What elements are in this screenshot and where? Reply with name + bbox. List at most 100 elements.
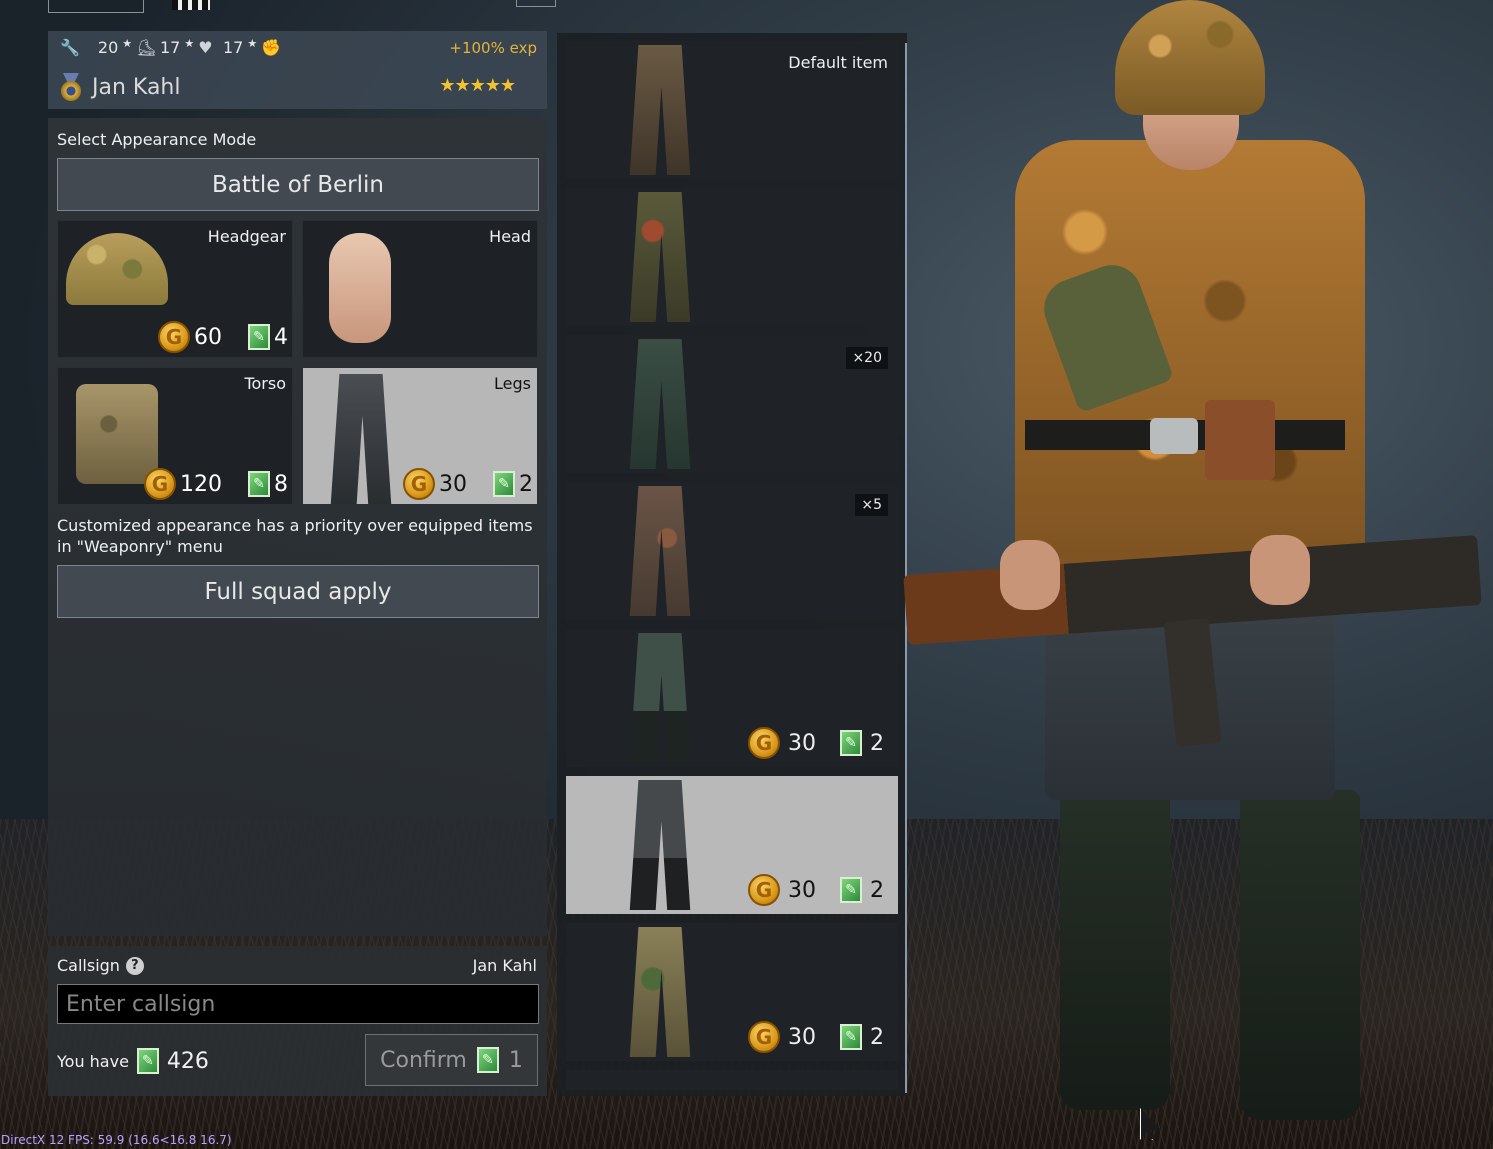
boot-icon: ⛸	[136, 38, 157, 57]
gold-price: 30	[788, 877, 816, 903]
gold-coin-icon: G	[158, 321, 190, 353]
ticket-price: 2	[870, 1024, 884, 1050]
legs-item-list[interactable]: Default item ×20 ×5 G 30 ✎ 2 G 30 ✎ 2 G …	[557, 33, 907, 1096]
legs-icon	[330, 374, 392, 504]
item-price: G 30 ✎ 2	[748, 1021, 884, 1053]
slot-legs[interactable]: Legs G 30 ✎ 2	[302, 367, 538, 505]
list-item[interactable]: ×5	[566, 482, 898, 620]
gold-price: 30	[439, 471, 467, 497]
pants-icon	[629, 45, 691, 175]
gold-price: 30	[788, 1024, 816, 1050]
callsign-input[interactable]	[57, 984, 539, 1024]
appearance-mode-select[interactable]: Battle of Berlin	[57, 158, 539, 211]
ticket-icon: ✎	[476, 1047, 499, 1073]
ticket-balance: 426	[166, 1048, 209, 1074]
soldier-pouch	[1205, 400, 1275, 480]
help-icon[interactable]: ?	[125, 956, 144, 975]
slot-label: Headgear	[207, 227, 286, 246]
slot-head[interactable]: Head	[302, 220, 538, 358]
ticket-icon: ✎	[840, 877, 862, 903]
top-tab-button[interactable]	[48, 0, 144, 13]
confirm-label: Confirm	[380, 1047, 467, 1073]
slot-headgear[interactable]: Headgear G 60 ✎ 4	[57, 220, 293, 358]
stat-value-3: 17	[223, 38, 244, 57]
ticket-price: 8	[274, 471, 288, 497]
callsign-panel: Callsign ? Jan Kahl You have ✎ 426 Confi…	[48, 946, 547, 1096]
list-item-partial[interactable]	[566, 1070, 898, 1090]
quantity-badge: ×20	[846, 347, 888, 369]
item-price: G 30 ✎ 2	[748, 874, 884, 906]
faction-flag-icon	[172, 0, 210, 10]
soldier-boot	[1240, 790, 1360, 1120]
balance-row: You have ✎ 426	[57, 1048, 209, 1074]
pants-icon	[629, 927, 691, 1057]
slot-label: Head	[489, 227, 531, 246]
ticket-icon: ✎	[248, 324, 270, 350]
gold-coin-icon: G	[748, 1021, 780, 1053]
quantity-badge: ×5	[855, 494, 888, 516]
ticket-icon: ✎	[248, 471, 270, 497]
stat-group: 17 ★ ♥	[160, 37, 213, 57]
slot-price: G 30 ✎ 2	[403, 468, 533, 500]
gold-coin-icon: G	[403, 468, 435, 500]
soldier-buckle	[1150, 418, 1198, 454]
soldier-hand	[1000, 540, 1060, 610]
priority-note: Customized appearance has a priority ove…	[57, 516, 533, 556]
ticket-price: 2	[870, 730, 884, 756]
slot-torso[interactable]: Torso G 120 ✎ 8	[57, 367, 293, 505]
slot-label: Legs	[494, 374, 531, 393]
ticket-icon: ✎	[840, 730, 862, 756]
top-small-button[interactable]	[516, 0, 556, 7]
soldier-boot	[1060, 790, 1170, 1110]
soldier-helmet	[1115, 0, 1265, 115]
you-have-label: You have	[57, 1051, 129, 1071]
pants-icon	[629, 633, 691, 763]
callsign-label-row: Callsign ?	[57, 956, 144, 975]
ticket-icon: ✎	[493, 471, 515, 497]
pants-icon	[629, 780, 691, 910]
ticket-price: 2	[870, 877, 884, 903]
item-label: Default item	[788, 53, 888, 72]
exp-bonus: +100% exp	[449, 39, 537, 57]
gold-price: 30	[788, 730, 816, 756]
list-item[interactable]: G 30 ✎ 2	[566, 923, 898, 1061]
list-item[interactable]: Default item	[566, 41, 898, 179]
item-price: G 30 ✎ 2	[748, 727, 884, 759]
ticket-price: 2	[519, 471, 533, 497]
list-item[interactable]: ×20	[566, 335, 898, 473]
soldier-name-row: Jan Kahl	[60, 73, 180, 101]
gold-coin-icon: G	[748, 874, 780, 906]
slot-price: G 60 ✎ 4	[158, 321, 288, 353]
full-squad-apply-button[interactable]: Full squad apply	[57, 565, 539, 618]
wrench-icon: 🔧	[60, 38, 80, 57]
ticket-icon: ✎	[136, 1048, 159, 1074]
stat-group: 17 ★ ✊	[223, 37, 282, 57]
soldier-hand	[1250, 535, 1310, 605]
helmet-icon	[66, 233, 168, 305]
list-item[interactable]	[566, 188, 898, 326]
medal-icon	[60, 73, 82, 101]
soldier-preview[interactable]	[903, 0, 1493, 1149]
soldier-stats-bar: 🔧 20 ★ ⛸ 17 ★ ♥ 17 ★ ✊ +100% exp Jan Kahl ★…	[48, 31, 547, 109]
slot-label: Torso	[244, 374, 286, 393]
soldier-name: Jan Kahl	[92, 74, 181, 100]
gold-coin-icon: G	[748, 727, 780, 759]
confirm-button[interactable]: Confirm ✎ 1	[365, 1034, 538, 1086]
callsign-label: Callsign	[57, 956, 120, 975]
current-callsign: Jan Kahl	[472, 956, 537, 975]
heart-icon: ♥	[198, 38, 213, 57]
list-item-selected[interactable]: G 30 ✎ 2	[566, 776, 898, 914]
stat-value-1: 20	[97, 38, 119, 57]
fist-icon: ✊	[261, 38, 282, 57]
ticket-price: 4	[274, 324, 288, 350]
slot-price: G 120 ✎ 8	[144, 468, 288, 500]
gold-coin-icon: G	[144, 468, 176, 500]
stat-value-2: 17	[160, 38, 181, 57]
stat-group: 🔧 20 ★ ⛸	[60, 37, 157, 57]
gold-price: 120	[180, 471, 222, 497]
list-item[interactable]: G 30 ✎ 2	[566, 629, 898, 767]
pants-icon	[629, 339, 691, 469]
gold-price: 60	[194, 324, 222, 350]
appearance-mode-label: Select Appearance Mode	[57, 130, 257, 149]
head-icon	[329, 233, 391, 343]
